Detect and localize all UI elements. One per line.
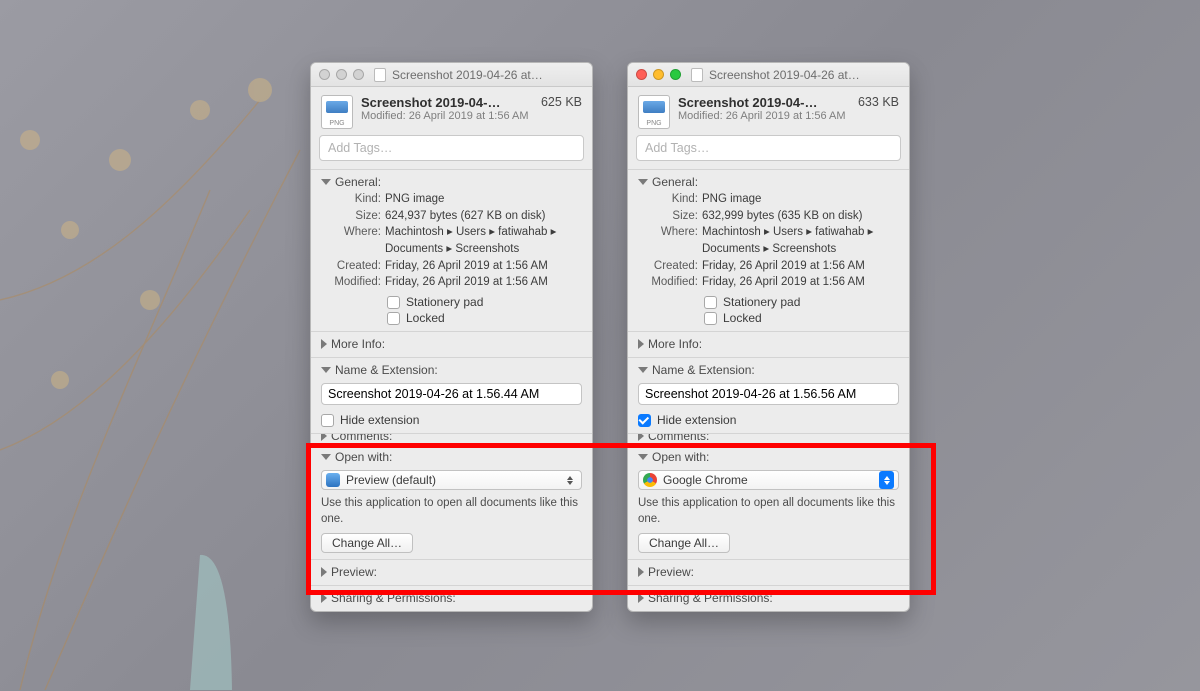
disclosure-triangle-icon	[638, 567, 644, 577]
section-header-name-ext[interactable]: Name & Extension:	[321, 363, 582, 377]
close-icon[interactable]	[636, 69, 647, 80]
change-all-button[interactable]: Change All…	[321, 533, 413, 553]
modified-label: Modified:	[638, 274, 702, 291]
modified-label: Modified:	[321, 274, 385, 291]
created-value: Friday, 26 April 2019 at 1:56 AM	[385, 258, 582, 275]
disclosure-triangle-icon	[321, 433, 327, 441]
disclosure-triangle-icon	[321, 593, 327, 603]
locked-checkbox[interactable]: Locked	[387, 311, 582, 325]
where-value: Machintosh ▸ Users ▸ fatiwahab ▸ Documen…	[702, 224, 899, 257]
kind-value: PNG image	[702, 191, 899, 208]
size-value: 624,937 bytes (627 KB on disk)	[385, 208, 582, 225]
modified-value: Friday, 26 April 2019 at 1:56 AM	[702, 274, 899, 291]
size-value: 632,999 bytes (635 KB on disk)	[702, 208, 899, 225]
open-with-dropdown[interactable]: Preview (default)	[321, 470, 582, 490]
disclosure-triangle-icon	[638, 367, 648, 373]
disclosure-triangle-icon	[321, 567, 327, 577]
disclosure-triangle-icon	[638, 339, 644, 349]
section-header-more-info[interactable]: More Info:	[638, 337, 899, 351]
window-title: Screenshot 2019-04-26 at…	[709, 68, 860, 82]
tags-field[interactable]	[319, 135, 584, 161]
modified-date: Modified: 26 April 2019 at 1:56 AM	[361, 110, 533, 122]
file-name: Screenshot 2019-04-…	[361, 95, 533, 110]
file-size: 633 KB	[858, 95, 899, 109]
created-value: Friday, 26 April 2019 at 1:56 AM	[702, 258, 899, 275]
section-general: General: Kind:PNG image Size:632,999 byt…	[628, 169, 909, 331]
modified-date: Modified: 26 April 2019 at 1:56 AM	[678, 110, 850, 122]
hide-extension-checkbox[interactable]: Hide extension	[321, 413, 582, 427]
disclosure-triangle-icon	[321, 339, 327, 349]
section-header-general[interactable]: General:	[638, 175, 899, 189]
section-name-extension: Name & Extension: Hide extension	[628, 357, 909, 433]
kind-label: Kind:	[321, 191, 385, 208]
section-header-open-with[interactable]: Open with:	[638, 450, 899, 464]
where-label: Where:	[638, 224, 702, 257]
section-open-with: Open with: Google Chrome Use this applic…	[628, 444, 909, 559]
filename-input[interactable]	[321, 383, 582, 405]
filename-input[interactable]	[638, 383, 899, 405]
file-size: 625 KB	[541, 95, 582, 109]
get-info-window: Screenshot 2019-04-26 at… Screenshot 201…	[627, 62, 910, 612]
window-titlebar[interactable]: Screenshot 2019-04-26 at…	[311, 63, 592, 87]
minimize-icon[interactable]	[653, 69, 664, 80]
disclosure-triangle-icon	[638, 433, 644, 441]
section-header-sharing[interactable]: Sharing & Permissions:	[638, 591, 899, 605]
open-with-dropdown[interactable]: Google Chrome	[638, 470, 899, 490]
file-icon	[321, 95, 353, 129]
section-header-general[interactable]: General:	[321, 175, 582, 189]
modified-value: Friday, 26 April 2019 at 1:56 AM	[385, 274, 582, 291]
file-name: Screenshot 2019-04-…	[678, 95, 850, 110]
hide-extension-checkbox[interactable]: Hide extension	[638, 413, 899, 427]
open-with-note: Use this application to open all documen…	[638, 496, 899, 527]
kind-value: PNG image	[385, 191, 582, 208]
where-value: Machintosh ▸ Users ▸ fatiwahab ▸ Documen…	[385, 224, 582, 257]
section-open-with: Open with: Preview (default) Use this ap…	[311, 444, 592, 559]
window-title: Screenshot 2019-04-26 at…	[392, 68, 543, 82]
section-header-comments[interactable]: Comments:	[321, 433, 582, 443]
stationery-pad-checkbox[interactable]: Stationery pad	[387, 295, 582, 309]
size-label: Size:	[321, 208, 385, 225]
size-label: Size:	[638, 208, 702, 225]
updown-icon	[563, 472, 577, 488]
kind-label: Kind:	[638, 191, 702, 208]
file-icon	[638, 95, 670, 129]
section-header-preview[interactable]: Preview:	[638, 565, 899, 579]
window-titlebar[interactable]: Screenshot 2019-04-26 at…	[628, 63, 909, 87]
tags-input[interactable]	[326, 140, 577, 156]
tags-field[interactable]	[636, 135, 901, 161]
document-icon	[691, 68, 703, 82]
locked-checkbox[interactable]: Locked	[704, 311, 899, 325]
disclosure-triangle-icon	[321, 367, 331, 373]
disclosure-triangle-icon	[321, 179, 331, 185]
open-with-note: Use this application to open all documen…	[321, 496, 582, 527]
section-header-preview[interactable]: Preview:	[321, 565, 582, 579]
section-general: General: Kind:PNG image Size:624,937 byt…	[311, 169, 592, 331]
disclosure-triangle-icon	[321, 454, 331, 460]
chrome-app-icon	[643, 473, 657, 487]
preview-app-icon	[326, 473, 340, 487]
section-header-comments[interactable]: Comments:	[638, 433, 899, 443]
section-header-open-with[interactable]: Open with:	[321, 450, 582, 464]
close-icon[interactable]	[319, 69, 330, 80]
section-header-name-ext[interactable]: Name & Extension:	[638, 363, 899, 377]
updown-icon	[879, 471, 894, 489]
disclosure-triangle-icon	[638, 593, 644, 603]
disclosure-triangle-icon	[638, 454, 648, 460]
change-all-button[interactable]: Change All…	[638, 533, 730, 553]
zoom-icon[interactable]	[353, 69, 364, 80]
section-name-extension: Name & Extension: Hide extension	[311, 357, 592, 433]
get-info-window: Screenshot 2019-04-26 at… Screenshot 201…	[310, 62, 593, 612]
created-label: Created:	[321, 258, 385, 275]
where-label: Where:	[321, 224, 385, 257]
tags-input[interactable]	[643, 140, 894, 156]
stationery-pad-checkbox[interactable]: Stationery pad	[704, 295, 899, 309]
created-label: Created:	[638, 258, 702, 275]
disclosure-triangle-icon	[638, 179, 648, 185]
section-header-sharing[interactable]: Sharing & Permissions:	[321, 591, 582, 605]
minimize-icon[interactable]	[336, 69, 347, 80]
zoom-icon[interactable]	[670, 69, 681, 80]
document-icon	[374, 68, 386, 82]
section-header-more-info[interactable]: More Info:	[321, 337, 582, 351]
